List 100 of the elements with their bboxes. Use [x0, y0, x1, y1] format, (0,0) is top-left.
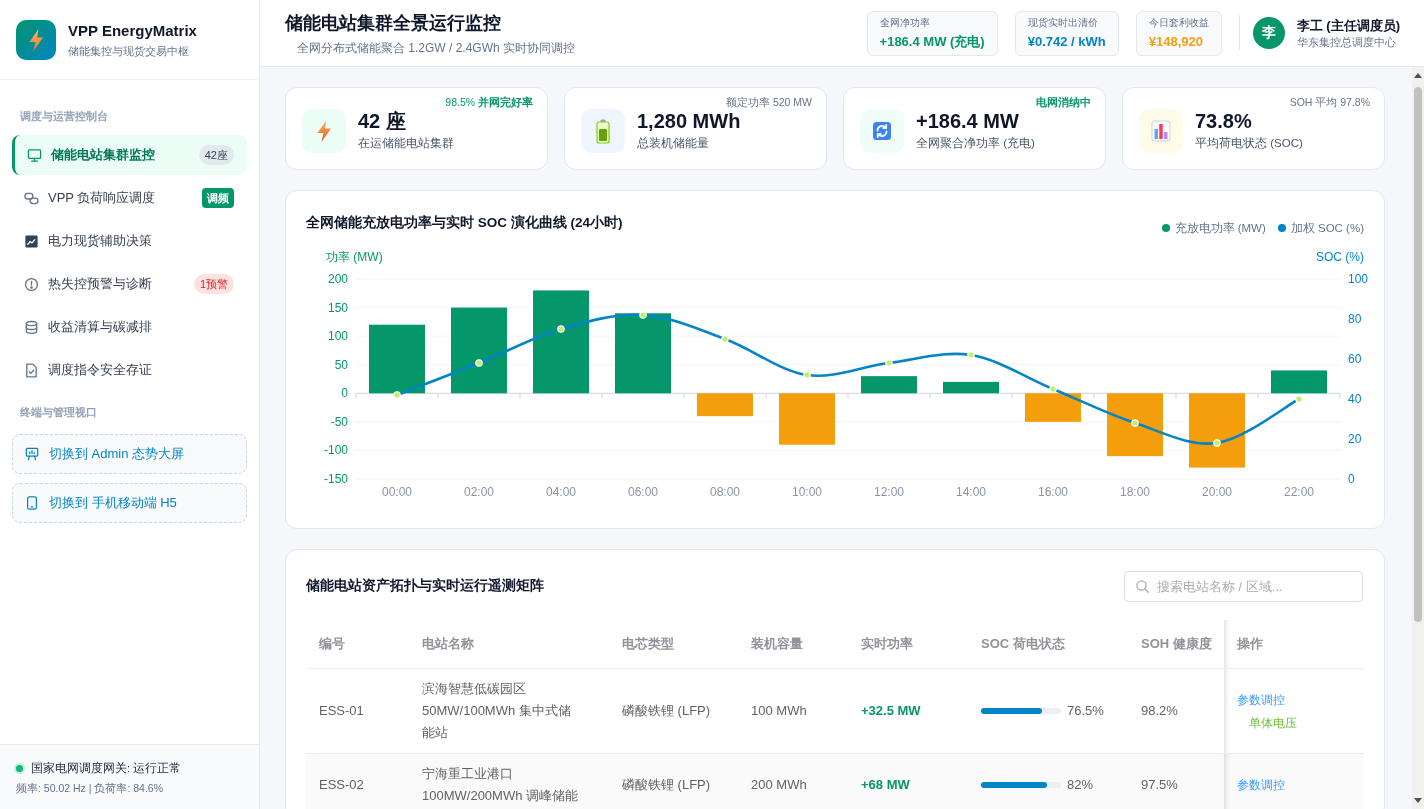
axis-label: 02:00	[464, 485, 494, 499]
axis-label: 04:00	[546, 485, 576, 499]
table-cell: 滨海智慧低碳园区 50MW/100MWh 集中式储能站	[409, 668, 609, 754]
soc-reading: 76.5%	[1067, 702, 1104, 720]
gateway-status: 国家电网调度网关: 运行正常	[31, 761, 182, 776]
column-header: SOC 荷电状态	[968, 620, 1128, 669]
soc-point	[803, 371, 811, 379]
axis-label: 10:00	[792, 485, 822, 499]
nav-item[interactable]: 调度指令安全存证	[12, 350, 247, 390]
soc-point	[885, 359, 893, 367]
search-icon	[1136, 579, 1149, 593]
table-cell: 97.5%	[1128, 753, 1224, 809]
kpi-label: 平均荷电状态 (SOC)	[1195, 136, 1303, 151]
nav-item[interactable]: 热失控预警与诊断 1预警	[12, 264, 247, 304]
table-cell: ESS-02	[306, 753, 409, 809]
kpi-value: +186.4 MW	[916, 110, 1019, 132]
column-header: 装机容量	[738, 620, 848, 669]
mode-badge: 调频	[202, 188, 234, 208]
axis-label: 12:00	[874, 485, 904, 499]
lightning-icon	[302, 108, 346, 153]
monitor-icon	[27, 147, 42, 163]
page-title: 储能电站集群全景运行监控	[285, 11, 501, 35]
search-field[interactable]: 搜索电站名称 / 区域...	[1124, 570, 1363, 602]
stat-label: 现货实时出清价	[1027, 15, 1098, 30]
scroll-down-icon[interactable]	[1414, 798, 1422, 803]
nav-item[interactable]: VPP 负荷响应调度 调频	[12, 178, 247, 218]
scrollbar[interactable]	[1412, 67, 1424, 809]
axis-label: 50	[334, 357, 348, 372]
stat-label: 今日套利收益	[1148, 15, 1209, 30]
battery-icon	[581, 108, 625, 153]
stat-value: ¥148,920	[1148, 32, 1203, 51]
page-subtitle: 全网分布式储能聚合 1.2GW / 2.4GWh 实时协同调控	[297, 39, 576, 56]
table-cell: 200 MWh	[738, 753, 848, 809]
axis-label: 18:00	[1120, 485, 1150, 499]
table-cell: ESS-01	[306, 668, 409, 754]
table-cell: +32.5 MW	[848, 668, 968, 754]
refresh-icon	[860, 108, 904, 153]
column-header: 实时功率	[848, 620, 968, 669]
kpi-value: 73.8%	[1195, 110, 1252, 132]
tablet-icon	[25, 496, 39, 510]
axis-title: SOC (%)	[1316, 250, 1364, 264]
alert-badge: 1预警	[193, 274, 234, 294]
legend-label: 加权 SOC (%)	[1290, 221, 1364, 236]
stat-value: ¥0.742 / kWh	[1027, 32, 1106, 51]
axis-label: 14:00	[956, 485, 986, 499]
axis-label: 150	[327, 300, 348, 315]
axis-label: 60	[1348, 352, 1362, 366]
kpi-note: SOH 平均 97.8%	[1289, 95, 1370, 109]
axis-title: 功率 (MW)	[326, 250, 383, 264]
legend-label: 充放电功率 (MW)	[1174, 221, 1266, 236]
power-bar	[1107, 393, 1163, 457]
nav-item[interactable]: 电力现货辅助决策	[12, 221, 247, 261]
user-organization: 华东集控总调度中心	[1296, 34, 1396, 50]
nav-item[interactable]: 储能电站集群监控 42座	[12, 135, 247, 175]
axis-label: 16:00	[1038, 485, 1068, 499]
column-header: 操作	[1224, 620, 1364, 669]
bar-chart-icon	[1139, 108, 1183, 153]
table-title: 储能电站资产拓扑与实时运行遥测矩阵	[306, 577, 544, 595]
kpi-note: 电网消纳中	[1036, 95, 1091, 109]
app-title: VPP EnergyMatrix	[68, 20, 197, 41]
axis-label: 20:00	[1202, 485, 1232, 499]
axis-label: 80	[1348, 312, 1362, 326]
nav-item[interactable]: 收益清算与碳减排	[12, 307, 247, 347]
axis-label: -50	[330, 414, 348, 429]
column-header: SOH 健康度	[1128, 620, 1224, 669]
soc-point	[1295, 395, 1303, 403]
view-switch-button[interactable]: 切换到 Admin 态势大屏	[12, 434, 247, 474]
axis-label: 40	[1348, 392, 1362, 406]
column-header: 编号	[306, 620, 409, 669]
table-cell: 磷酸铁锂 (LFP)	[609, 753, 738, 809]
power-bar	[943, 381, 999, 394]
soc-reading: 82%	[1067, 776, 1094, 794]
scrollbar-thumb[interactable]	[1414, 87, 1422, 622]
user-name: 李工 (主任调度员)	[1296, 16, 1400, 34]
kpi-label: 在运储能电站集群	[358, 136, 454, 151]
table-cell: 宁海重工业港口 100MW/200MWh 调峰储能	[409, 753, 609, 809]
kpi-note: 98.5% 并网完好率	[445, 95, 533, 109]
axis-label: 100	[327, 329, 348, 344]
kpi-value: 1,280 MWh	[637, 110, 741, 132]
axis-label: 20	[1348, 432, 1362, 446]
soc-point	[1213, 439, 1221, 447]
user-avatar[interactable]: 李	[1252, 17, 1285, 49]
power-bar	[697, 393, 753, 417]
kpi-value: 42 座	[358, 110, 406, 132]
presentation-board-icon	[25, 447, 39, 461]
link-icon	[24, 190, 39, 206]
table-cell: 98.2%	[1128, 668, 1224, 754]
stat-label: 全网净功率	[879, 15, 930, 30]
soc-point	[639, 311, 647, 319]
lightning-logo-icon	[16, 19, 56, 60]
axis-label: 06:00	[628, 485, 658, 499]
axis-label: 100	[1348, 272, 1369, 286]
axis-label: -100	[323, 443, 348, 458]
scroll-up-icon[interactable]	[1414, 73, 1422, 78]
view-switch-button[interactable]: 切换到 手机移动端 H5	[12, 483, 247, 523]
kpi-note: 额定功率 520 MW	[726, 95, 812, 109]
soc-point	[475, 359, 483, 367]
soc-point	[1049, 385, 1057, 393]
table-cell: 磷酸铁锂 (LFP)	[609, 668, 738, 754]
power-bar	[1271, 370, 1327, 394]
